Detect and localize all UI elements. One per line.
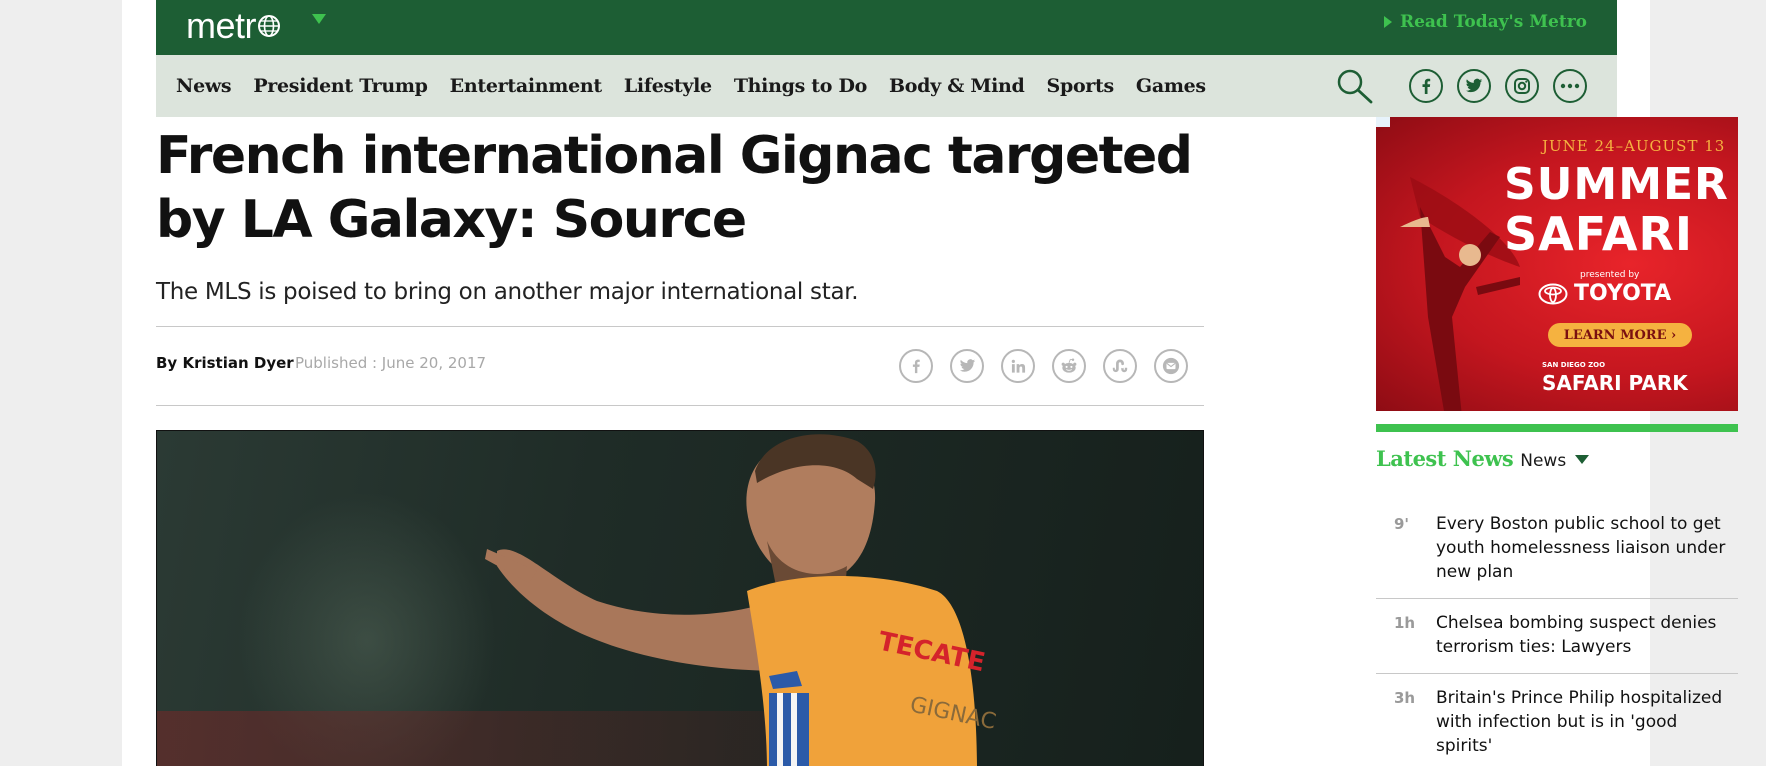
summer-safari-ad[interactable]: JUNE 24–AUGUST 13 SUMMER SAFARI presente… [1376,117,1738,411]
news-title[interactable]: Chelsea bombing suspect denies terrorism… [1436,611,1738,659]
instagram-icon[interactable] [1505,69,1539,103]
search-icon[interactable] [1335,67,1375,105]
nav-item-president-trump[interactable]: President Trump [253,75,428,97]
page: metr Read Today's Metro News President T… [122,0,1738,766]
latest-news-header: Latest News News [1376,446,1590,471]
top-bar: metr Read Today's Metro [156,0,1617,55]
toyota-logo-icon [1538,283,1568,304]
article-hero-image: TECATE GIGNAC [156,430,1204,766]
article-headline: French international Gignac targeted by … [156,126,1193,250]
share-facebook-icon[interactable] [899,349,933,383]
main-nav: News President Trump Entertainment Lifes… [176,55,1206,117]
ad-presented-by: presented by [1580,270,1640,280]
nav-item-games[interactable]: Games [1136,75,1206,97]
nav-item-body-mind[interactable]: Body & Mind [889,75,1025,97]
byline: By Kristian Dyer [156,354,294,372]
player-photo: TECATE GIGNAC [485,434,998,766]
share-twitter-icon[interactable] [950,349,984,383]
news-title[interactable]: Britain's Prince Philip hospitalized wit… [1436,686,1738,758]
ad-park-name: SAFARI PARK [1542,371,1688,395]
read-today-label: Read Today's Metro [1399,12,1587,32]
article: French international Gignac targeted by … [156,117,1204,766]
share-bar [899,349,1188,383]
latest-news-label: Latest News [1376,446,1514,471]
author-link[interactable]: Kristian Dyer [182,354,293,372]
article-subhead: The MLS is poised to bring on another ma… [156,279,859,305]
share-linkedin-icon[interactable] [1001,349,1035,383]
share-reddit-icon[interactable] [1052,349,1086,383]
play-arrow-icon [1383,16,1392,28]
nav-icons [1335,67,1587,105]
nav-item-entertainment[interactable]: Entertainment [450,75,602,97]
ad-sponsor-name: TOYOTA [1574,281,1672,306]
list-item[interactable]: 3h Britain's Prince Philip hospitalized … [1376,674,1738,766]
ad-choices-icon[interactable] [1376,117,1390,127]
ad-title-line2: SAFARI [1504,207,1694,261]
share-stumbleupon-icon[interactable] [1103,349,1137,383]
nav-item-lifestyle[interactable]: Lifestyle [624,75,712,97]
logo-text: metr [186,5,257,46]
byline-row: By Kristian Dyer Published : June 20, 20… [156,326,1204,406]
share-email-icon[interactable] [1154,349,1188,383]
nav-item-news[interactable]: News [176,75,232,97]
edition-dropdown-icon[interactable] [312,14,326,24]
main-nav-bar: News President Trump Entertainment Lifes… [156,55,1617,117]
ad-learn-more-label: LEARN MORE [1563,327,1667,343]
sidebar-divider [1376,424,1738,432]
news-time: 3h [1394,689,1416,707]
published-date: Published : June 20, 2017 [295,354,487,372]
facebook-icon[interactable] [1409,69,1443,103]
ad-title-line1: SUMMER [1504,159,1729,210]
list-item[interactable]: 1h Chelsea bombing suspect denies terror… [1376,599,1738,674]
globe-icon [258,15,280,37]
metro-logo[interactable]: metr [186,2,281,50]
ad-date: JUNE 24–AUGUST 13 [1542,137,1726,155]
nav-item-sports[interactable]: Sports [1047,75,1115,97]
byline-prefix: By [156,354,178,372]
list-item[interactable]: 9' Every Boston public school to get you… [1376,500,1738,599]
dancer-figure [1400,177,1520,411]
chevron-down-icon[interactable] [1575,455,1590,464]
ad-learn-more-button[interactable]: LEARN MORE › [1548,323,1692,347]
latest-news-category[interactable]: News [1520,451,1566,471]
read-today-link[interactable]: Read Today's Metro [1383,12,1587,32]
latest-news-list: 9' Every Boston public school to get you… [1376,500,1738,766]
news-time: 1h [1394,614,1416,632]
news-title[interactable]: Every Boston public school to get youth … [1436,512,1738,584]
more-icon[interactable] [1553,69,1587,103]
news-time: 9' [1394,515,1410,533]
chevron-right-icon: › [1666,327,1677,343]
ad-sponsor: TOYOTA [1538,281,1671,306]
twitter-icon[interactable] [1457,69,1491,103]
nav-item-things-to-do[interactable]: Things to Do [734,75,868,97]
ad-zoo-name: SAN DIEGO ZOO [1542,361,1606,369]
